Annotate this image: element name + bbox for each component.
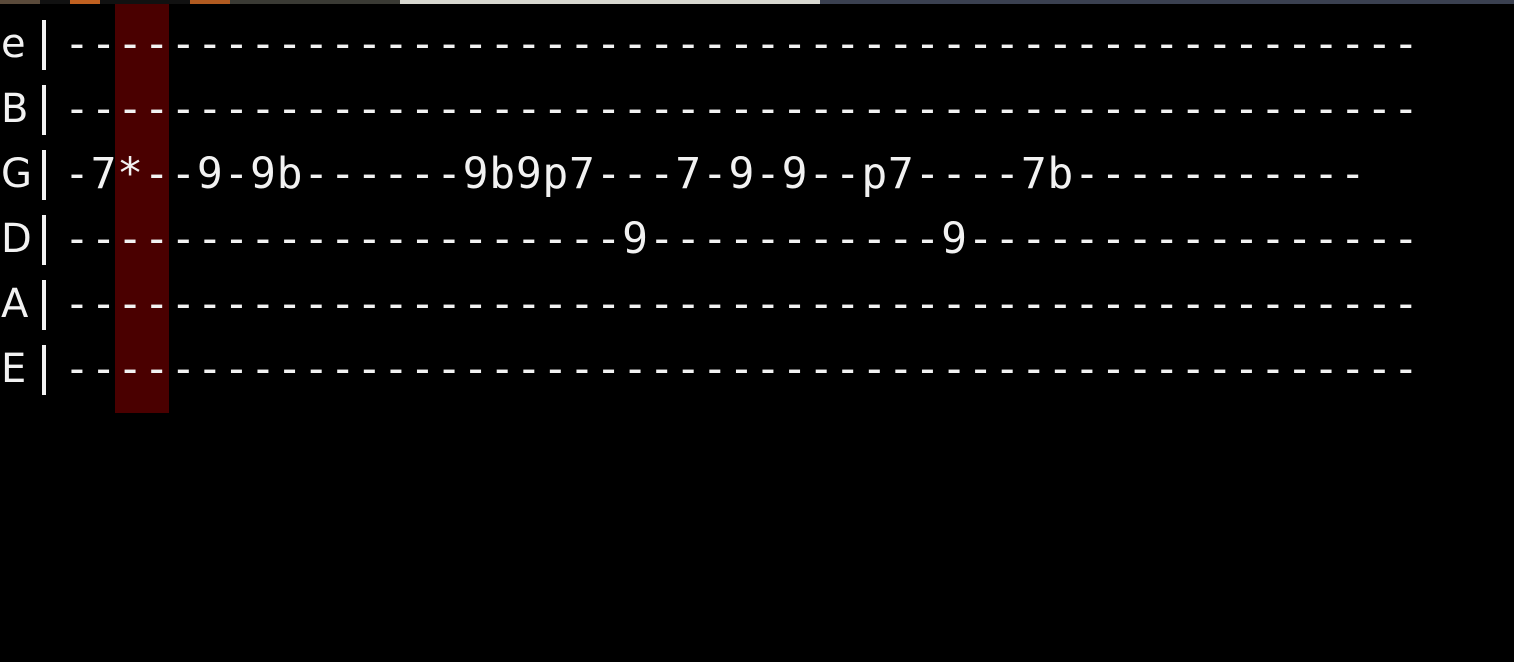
tab-string-D: D ---------------------9-----------9----… <box>0 207 1514 272</box>
video-top-strip <box>0 0 1514 4</box>
tab-barline <box>42 20 46 70</box>
string-notation: ----------------------------------------… <box>64 279 1420 329</box>
string-notation: ----------------------------------------… <box>64 84 1420 134</box>
string-notation: ---------------------9-----------9------… <box>64 214 1420 264</box>
string-label: A <box>1 281 29 327</box>
tab-barline <box>42 215 46 265</box>
string-notation: -7*--9-9b------9b9p7---7-9-9--p7----7b--… <box>64 149 1367 199</box>
tab-string-e: e --------------------------------------… <box>0 12 1514 77</box>
string-label: e <box>1 21 26 67</box>
tab-barline <box>42 150 46 200</box>
tab-barline <box>42 345 46 395</box>
string-notation: ----------------------------------------… <box>64 19 1420 69</box>
string-notation: ----------------------------------------… <box>64 344 1420 394</box>
string-label: B <box>1 86 29 132</box>
tab-string-G: G -7*--9-9b------9b9p7---7-9-9--p7----7b… <box>0 142 1514 207</box>
tab-barline <box>42 85 46 135</box>
tab-barline <box>42 280 46 330</box>
tab-string-A: A --------------------------------------… <box>0 272 1514 337</box>
tab-string-E: E --------------------------------------… <box>0 337 1514 402</box>
string-label: G <box>1 151 32 197</box>
string-label: D <box>1 216 32 262</box>
guitar-tablature: e --------------------------------------… <box>0 12 1514 402</box>
tab-string-B: B --------------------------------------… <box>0 77 1514 142</box>
string-label: E <box>1 346 27 392</box>
